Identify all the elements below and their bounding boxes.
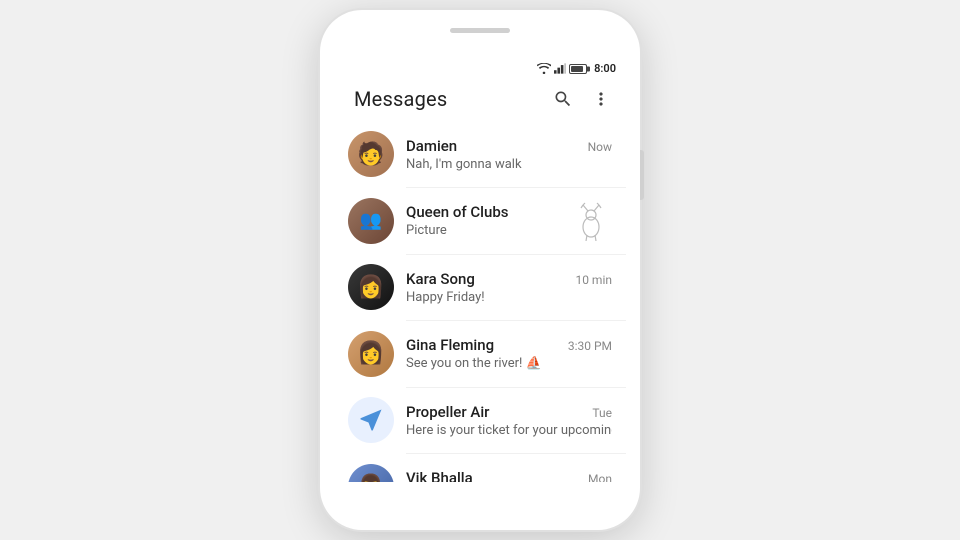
message-content-gina-fleming: Gina Fleming 3:30 PM See you on the rive… <box>406 336 612 371</box>
status-icons: 8:00 <box>537 62 616 75</box>
message-content-kara-song: Kara Song 10 min Happy Friday! <box>406 270 612 305</box>
phone-speaker <box>450 28 510 33</box>
phone-screen: 8:00 Messages <box>334 58 626 482</box>
message-content-damien: Damien Now Nah, I'm gonna walk <box>406 137 612 172</box>
message-content-propeller-air: Propeller Air Tue Here is your ticket fo… <box>406 403 612 438</box>
message-header-propeller-air: Propeller Air Tue <box>406 403 612 421</box>
app-title: Messages <box>354 87 552 111</box>
contact-name-gina-fleming: Gina Fleming <box>406 336 494 354</box>
contact-name-propeller-air: Propeller Air <box>406 403 489 421</box>
avatar-queen-of-clubs: 👥 <box>348 198 394 244</box>
app-bar-icons <box>552 88 612 110</box>
contact-name-kara-song: Kara Song <box>406 270 475 288</box>
contact-name-vik-bhalla: Vik Bhalla <box>406 469 473 482</box>
wifi-icon <box>537 63 551 74</box>
message-header-gina-fleming: Gina Fleming 3:30 PM <box>406 336 612 354</box>
status-time: 8:00 <box>594 62 616 75</box>
app-bar: Messages <box>334 77 626 121</box>
search-icon <box>553 89 573 109</box>
conversation-item-damien[interactable]: 🧑 Damien Now Nah, I'm gonna walk <box>334 121 626 187</box>
more-options-icon <box>591 89 611 109</box>
conversation-item-vik-bhalla[interactable]: 👨 Vik Bhalla Mon How's the desert life? <box>334 454 626 483</box>
message-time-vik-bhalla: Mon <box>588 472 612 482</box>
conversation-item-gina-fleming[interactable]: 👩 Gina Fleming 3:30 PM See you on the ri… <box>334 321 626 387</box>
signal-icon <box>554 63 566 74</box>
message-preview-damien: Nah, I'm gonna walk <box>406 157 612 172</box>
propeller-icon <box>357 406 385 434</box>
contact-name-damien: Damien <box>406 137 457 155</box>
battery-icon <box>569 64 587 74</box>
conversation-item-queen-of-clubs[interactable]: 👥 Queen of Clubs Picture <box>334 188 626 254</box>
conversation-item-kara-song[interactable]: 👩 Kara Song 10 min Happy Friday! <box>334 254 626 320</box>
message-preview-kara-song: Happy Friday! <box>406 290 612 305</box>
message-preview-propeller-air: Here is your ticket for your upcoming... <box>406 423 612 438</box>
message-list: 🧑 Damien Now Nah, I'm gonna walk 👥 Queen… <box>334 121 626 482</box>
message-header-damien: Damien Now <box>406 137 612 155</box>
avatar-kara-song: 👩 <box>348 264 394 310</box>
status-bar: 8:00 <box>334 58 626 77</box>
message-header-queen-of-clubs: Queen of Clubs <box>406 203 558 221</box>
contact-name-queen-of-clubs: Queen of Clubs <box>406 203 508 221</box>
message-time-kara-song: 10 min <box>575 273 612 287</box>
phone-wrapper: 8:00 Messages <box>320 10 640 530</box>
message-preview-queen-of-clubs: Picture <box>406 223 558 238</box>
sticker-image <box>571 201 611 241</box>
sticker-thumbnail-queen-of-clubs <box>570 200 612 242</box>
search-button[interactable] <box>552 88 574 110</box>
avatar-damien: 🧑 <box>348 131 394 177</box>
avatar-gina-fleming: 👩 <box>348 331 394 377</box>
message-content-queen-of-clubs: Queen of Clubs Picture <box>406 203 558 238</box>
avatar-propeller-air <box>348 397 394 443</box>
message-preview-gina-fleming: See you on the river! ⛵ <box>406 356 612 371</box>
message-header-kara-song: Kara Song 10 min <box>406 270 612 288</box>
message-header-vik-bhalla: Vik Bhalla Mon <box>406 469 612 482</box>
message-time-gina-fleming: 3:30 PM <box>568 339 612 353</box>
more-options-button[interactable] <box>590 88 612 110</box>
message-content-vik-bhalla: Vik Bhalla Mon How's the desert life? <box>406 469 612 482</box>
message-time-propeller-air: Tue <box>592 406 612 420</box>
phone-side-button <box>640 150 644 200</box>
avatar-vik-bhalla: 👨 <box>348 464 394 483</box>
message-time-damien: Now <box>588 140 612 154</box>
conversation-item-propeller-air[interactable]: Propeller Air Tue Here is your ticket fo… <box>334 387 626 453</box>
